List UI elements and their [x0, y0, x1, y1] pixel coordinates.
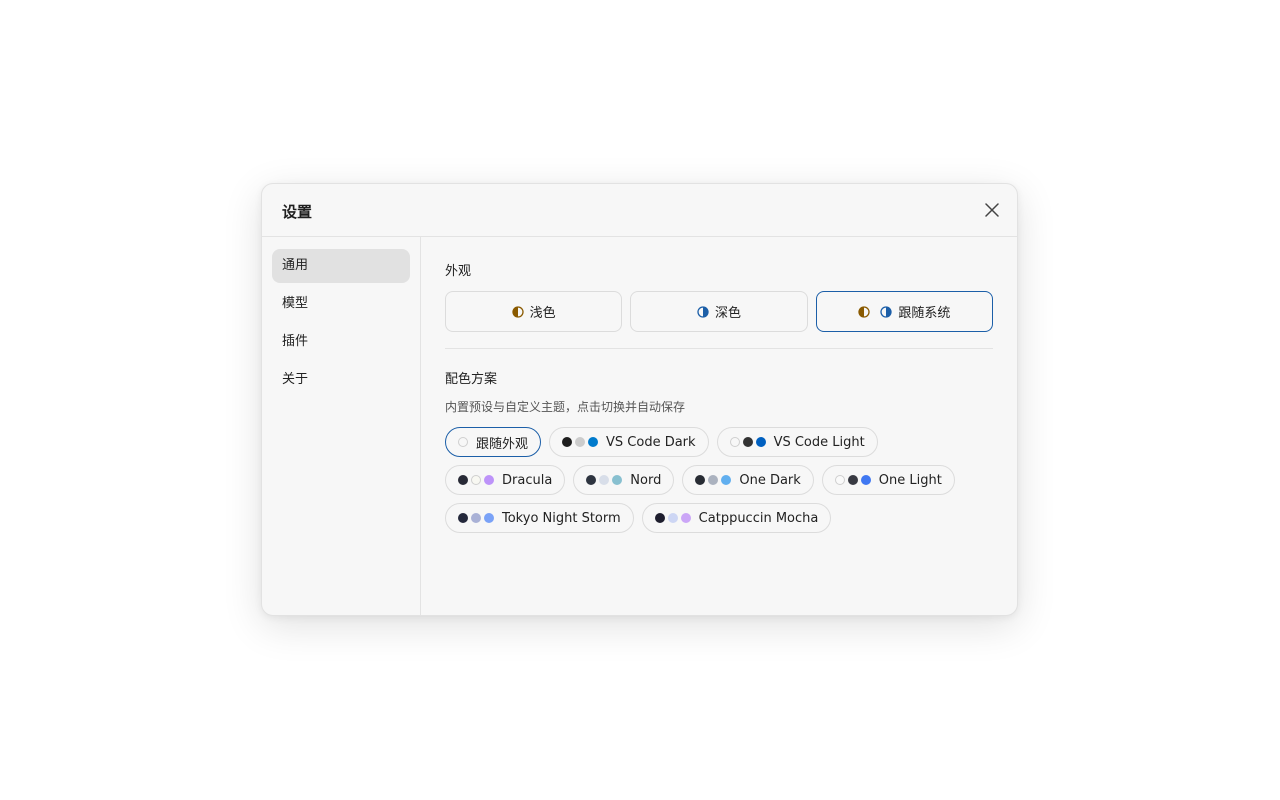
color-scheme-label: Tokyo Night Storm: [502, 510, 621, 526]
color-swatch: [708, 475, 719, 485]
settings-dialog: 设置 通用 模型 插件 关于 外观 浅色 深色 跟随系统 配色方案 内置预设与自…: [261, 183, 1018, 616]
color-swatch: [586, 475, 597, 485]
color-swatch: [458, 437, 468, 447]
color-swatch: [695, 475, 706, 485]
half-circle-icon: [512, 305, 524, 318]
color-scheme-label: VS Code Light: [773, 434, 865, 450]
appearance-dark-label: 深色: [714, 306, 741, 321]
dialog-header: 设置: [262, 184, 1017, 237]
half-circle-icon: [858, 305, 870, 318]
color-scheme-label: Nord: [630, 472, 662, 488]
color-swatches: [834, 475, 871, 485]
color-scheme-label: VS Code Dark: [606, 434, 696, 450]
appearance-system-label: 跟随系统: [898, 306, 951, 321]
section-divider: [445, 348, 993, 349]
color-swatch: [458, 513, 468, 523]
color-swatch: [612, 475, 623, 485]
dialog-title: 设置: [282, 203, 313, 221]
color-scheme-chip[interactable]: Tokyo Night Storm: [445, 503, 634, 533]
sidebar-item-about[interactable]: 关于: [272, 363, 410, 397]
color-scheme-label: One Dark: [739, 472, 801, 488]
color-swatch: [654, 513, 665, 523]
color-swatch: [471, 513, 481, 523]
close-icon: [985, 203, 999, 217]
color-swatches: [695, 475, 732, 485]
color-scheme-label: One Light: [878, 472, 942, 488]
sidebar-item-plugins[interactable]: 插件: [272, 325, 410, 359]
color-scheme-label: Dracula: [502, 472, 553, 488]
color-scheme-chip[interactable]: 跟随外观: [445, 427, 542, 457]
sidebar-item-models[interactable]: 模型: [272, 287, 410, 321]
color-swatch: [729, 437, 740, 447]
color-scheme-chip[interactable]: One Dark: [682, 465, 814, 495]
color-scheme-hint: 内置预设与自定义主题，点击切换并自动保存: [445, 400, 686, 414]
color-scheme-title: 配色方案: [445, 372, 498, 387]
color-swatches: [654, 513, 691, 523]
color-swatch: [860, 475, 871, 485]
color-swatch: [667, 513, 678, 523]
color-swatch: [471, 475, 481, 485]
color-swatch: [484, 475, 494, 485]
color-swatches: [458, 437, 468, 447]
color-swatch: [847, 475, 858, 485]
appearance-light-button[interactable]: 浅色: [445, 291, 623, 332]
color-swatch: [484, 513, 494, 523]
color-scheme-chip[interactable]: Catppuccin Mocha: [641, 503, 832, 533]
color-scheme-list: 跟随外观 VS Code Dark VS Code Light Dracula Nord…: [445, 427, 1005, 533]
color-swatches: [458, 513, 494, 523]
settings-sidebar: 通用 模型 插件 关于: [262, 237, 421, 615]
appearance-options: 浅色 深色 跟随系统: [445, 291, 993, 332]
color-scheme-chip[interactable]: VS Code Dark: [549, 427, 709, 457]
color-swatch: [721, 475, 732, 485]
color-swatch: [599, 475, 610, 485]
color-swatch: [458, 475, 468, 485]
appearance-light-label: 浅色: [529, 306, 556, 321]
color-scheme-label: Catppuccin Mocha: [698, 510, 819, 526]
color-swatch: [588, 437, 599, 447]
color-swatch: [834, 475, 845, 485]
color-swatches: [458, 475, 494, 485]
color-scheme-chip[interactable]: Dracula: [445, 465, 566, 495]
half-circle-icon: [880, 305, 892, 318]
color-scheme-chip[interactable]: Nord: [573, 465, 675, 495]
color-swatch: [680, 513, 691, 523]
color-swatch: [755, 437, 766, 447]
color-swatches: [729, 437, 766, 447]
close-button[interactable]: [981, 199, 1003, 221]
color-scheme-chip[interactable]: One Light: [821, 465, 955, 495]
color-swatch: [575, 437, 586, 447]
sidebar-item-general[interactable]: 通用: [272, 249, 410, 283]
appearance-title: 外观: [445, 264, 472, 279]
settings-content: 外观 浅色 深色 跟随系统 配色方案 内置预设与自定义主题，点击切换并自动保存 …: [421, 237, 1017, 615]
color-scheme-chip[interactable]: VS Code Light: [716, 427, 878, 457]
appearance-dark-button[interactable]: 深色: [630, 291, 808, 332]
half-circle-icon: [697, 305, 709, 318]
color-swatch: [742, 437, 753, 447]
color-swatches: [562, 437, 599, 447]
color-swatch: [562, 437, 573, 447]
color-scheme-label: 跟随外观: [476, 436, 529, 452]
color-swatches: [586, 475, 623, 485]
appearance-system-button[interactable]: 跟随系统: [815, 291, 993, 332]
